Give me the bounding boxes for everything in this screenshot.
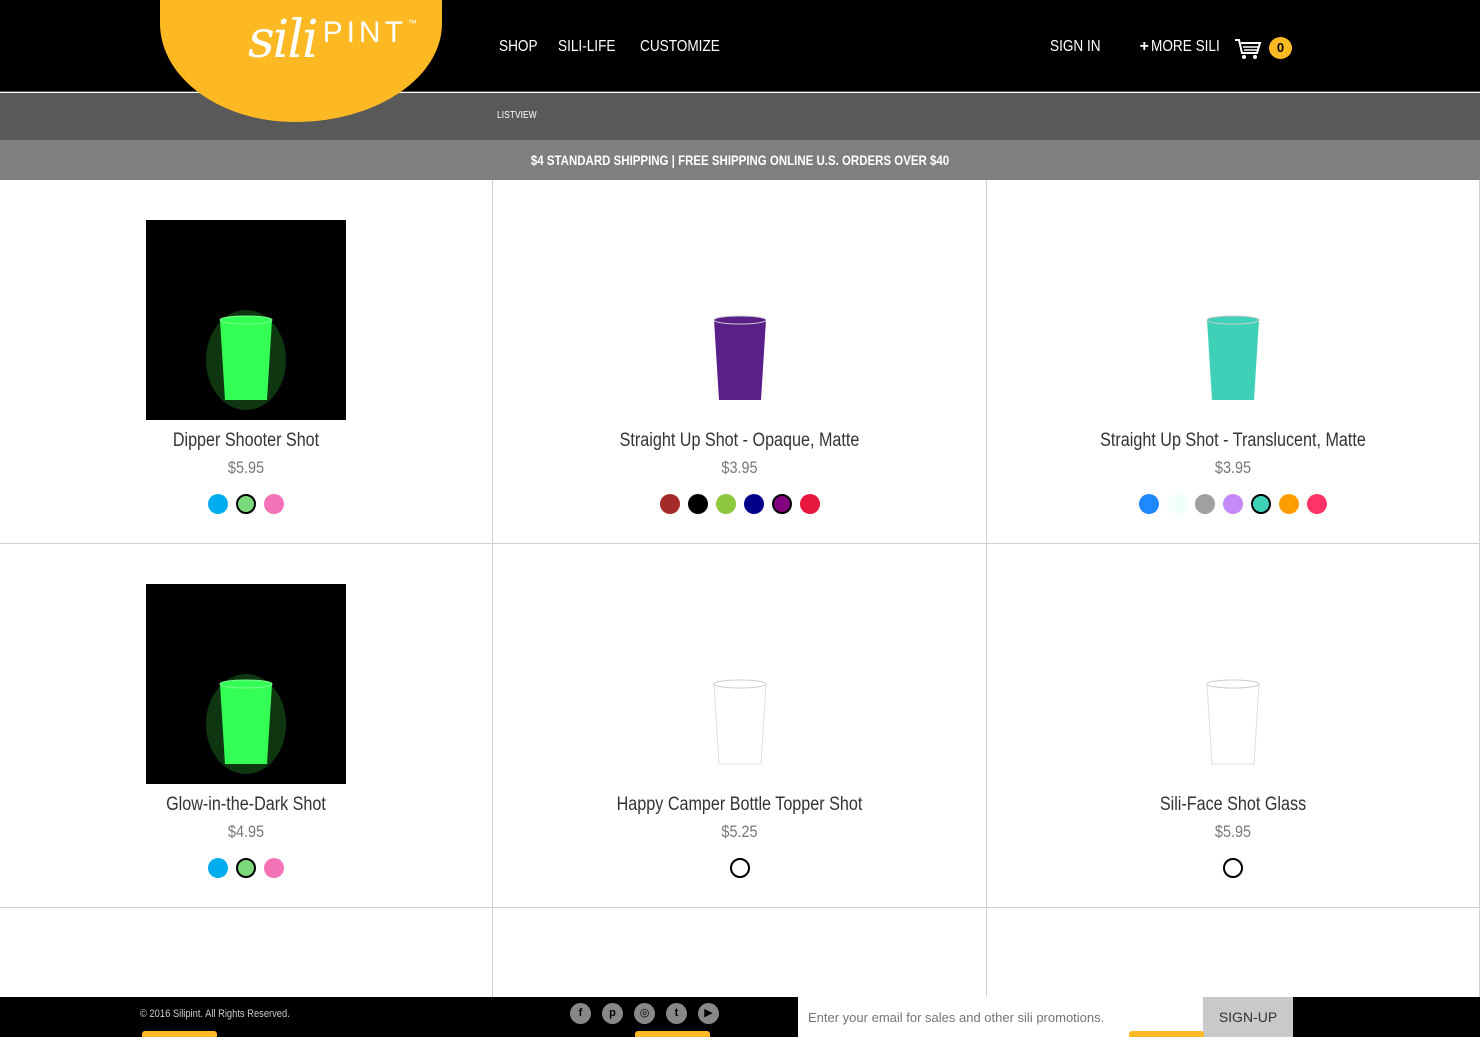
main-nav: SHOP SILI-LIFE CUSTOMIZE [499, 38, 748, 56]
color-swatch[interactable] [1307, 494, 1327, 514]
color-swatch[interactable] [236, 494, 256, 514]
product-name[interactable]: Straight Up Shot - Opaque, Matte [530, 430, 949, 452]
facebook-icon[interactable]: f [570, 1003, 591, 1024]
product-name[interactable]: Sili-Face Shot Glass [1024, 794, 1442, 816]
color-swatch[interactable] [208, 494, 228, 514]
product-card[interactable]: Dipper Shooter Shot $5.95 [0, 180, 493, 544]
product-price: $5.95 [1214, 822, 1252, 841]
color-swatches [493, 494, 986, 514]
product-price: $3.95 [721, 458, 758, 477]
instagram-icon[interactable]: ◎ [634, 1003, 655, 1024]
color-swatches [0, 858, 492, 878]
product-card[interactable] [493, 908, 987, 997]
color-swatch[interactable] [1167, 494, 1187, 514]
product-image[interactable] [1133, 584, 1333, 784]
youtube-icon[interactable]: ▶ [698, 1003, 719, 1024]
product-image[interactable] [146, 584, 346, 784]
color-swatch[interactable] [687, 494, 708, 514]
pinterest-icon[interactable]: p [602, 1003, 623, 1024]
product-card[interactable]: Straight Up Shot - Opaque, Matte $3.95 [493, 180, 987, 544]
product-name[interactable]: Dipper Shooter Shot [37, 430, 455, 452]
color-swatch[interactable] [1223, 858, 1243, 878]
footer-tab [635, 1031, 710, 1037]
color-swatch[interactable] [743, 494, 764, 514]
product-image[interactable] [640, 220, 840, 420]
color-swatch[interactable] [1279, 494, 1299, 514]
color-swatch[interactable] [771, 494, 792, 514]
nav-customize[interactable]: CUSTOMIZE [640, 38, 720, 56]
more-sili-link[interactable]: + MORE SILI [1140, 38, 1232, 56]
color-swatch[interactable] [799, 494, 820, 514]
listview-link[interactable]: LISTVIEW [497, 110, 537, 121]
product-image[interactable] [146, 220, 346, 420]
product-card[interactable]: Glow-in-the-Dark Shot $4.95 [0, 544, 493, 908]
color-swatches [493, 858, 986, 878]
footer-tab [1129, 1031, 1204, 1037]
cart-icon[interactable] [1234, 38, 1262, 60]
product-name[interactable]: Happy Camper Bottle Topper Shot [530, 794, 949, 816]
product-name[interactable]: Straight Up Shot - Translucent, Matte [1024, 430, 1442, 452]
product-card[interactable]: Happy Camper Bottle Topper Shot $5.25 [493, 544, 987, 908]
nav-sili-life[interactable]: SILI-LIFE [558, 38, 615, 56]
more-sili-label: MORE SILI [1150, 38, 1220, 55]
color-swatch[interactable] [208, 858, 228, 878]
color-swatch[interactable] [1251, 494, 1271, 514]
product-card[interactable] [0, 908, 493, 997]
plus-icon: + [1139, 38, 1149, 55]
product-price: $3.95 [1214, 458, 1252, 477]
color-swatch[interactable] [729, 858, 750, 878]
product-price: $5.95 [227, 458, 265, 477]
copyright-text: © 2016 Silipint. All Rights Reserved. [140, 1008, 290, 1020]
product-price: $5.25 [721, 822, 758, 841]
logo-trademark: ™ [407, 18, 417, 28]
color-swatch[interactable] [1195, 494, 1215, 514]
nav-shop[interactable]: SHOP [499, 38, 538, 56]
color-swatches [0, 494, 492, 514]
silipint-logo[interactable]: sili PINT ™ [248, 14, 417, 66]
twitter-icon[interactable]: t [666, 1003, 687, 1024]
product-image[interactable] [640, 584, 840, 784]
product-card[interactable] [987, 908, 1480, 997]
color-swatches [987, 494, 1479, 514]
color-swatch[interactable] [1139, 494, 1159, 514]
color-swatch[interactable] [715, 494, 736, 514]
color-swatch[interactable] [236, 858, 256, 878]
color-swatch[interactable] [264, 494, 284, 514]
shipping-banner-text: $4 STANDARD SHIPPING | FREE SHIPPING ONL… [530, 152, 950, 168]
product-card[interactable]: Sili-Face Shot Glass $5.95 [987, 544, 1480, 908]
shipping-banner: $4 STANDARD SHIPPING | FREE SHIPPING ONL… [0, 140, 1480, 180]
product-image[interactable] [1133, 220, 1333, 420]
product-price: $4.95 [227, 822, 265, 841]
logo-sili-text: sili [248, 10, 319, 70]
footer-tab [142, 1031, 217, 1037]
color-swatch[interactable] [659, 494, 680, 514]
color-swatch[interactable] [264, 858, 284, 878]
cart-count-badge[interactable]: 0 [1269, 37, 1292, 59]
color-swatch[interactable] [1223, 494, 1243, 514]
logo-pint-text: PINT [322, 16, 407, 49]
sign-in-link[interactable]: SIGN IN [1050, 38, 1101, 56]
color-swatches [987, 858, 1479, 878]
product-card[interactable]: Straight Up Shot - Translucent, Matte $3.… [987, 180, 1480, 544]
signup-button[interactable]: SIGN-UP [1203, 997, 1293, 1037]
product-name[interactable]: Glow-in-the-Dark Shot [37, 794, 455, 816]
account-nav: SIGN IN + MORE SILI [1050, 38, 1232, 56]
social-links: f p ◎ t ▶ [570, 1003, 719, 1024]
